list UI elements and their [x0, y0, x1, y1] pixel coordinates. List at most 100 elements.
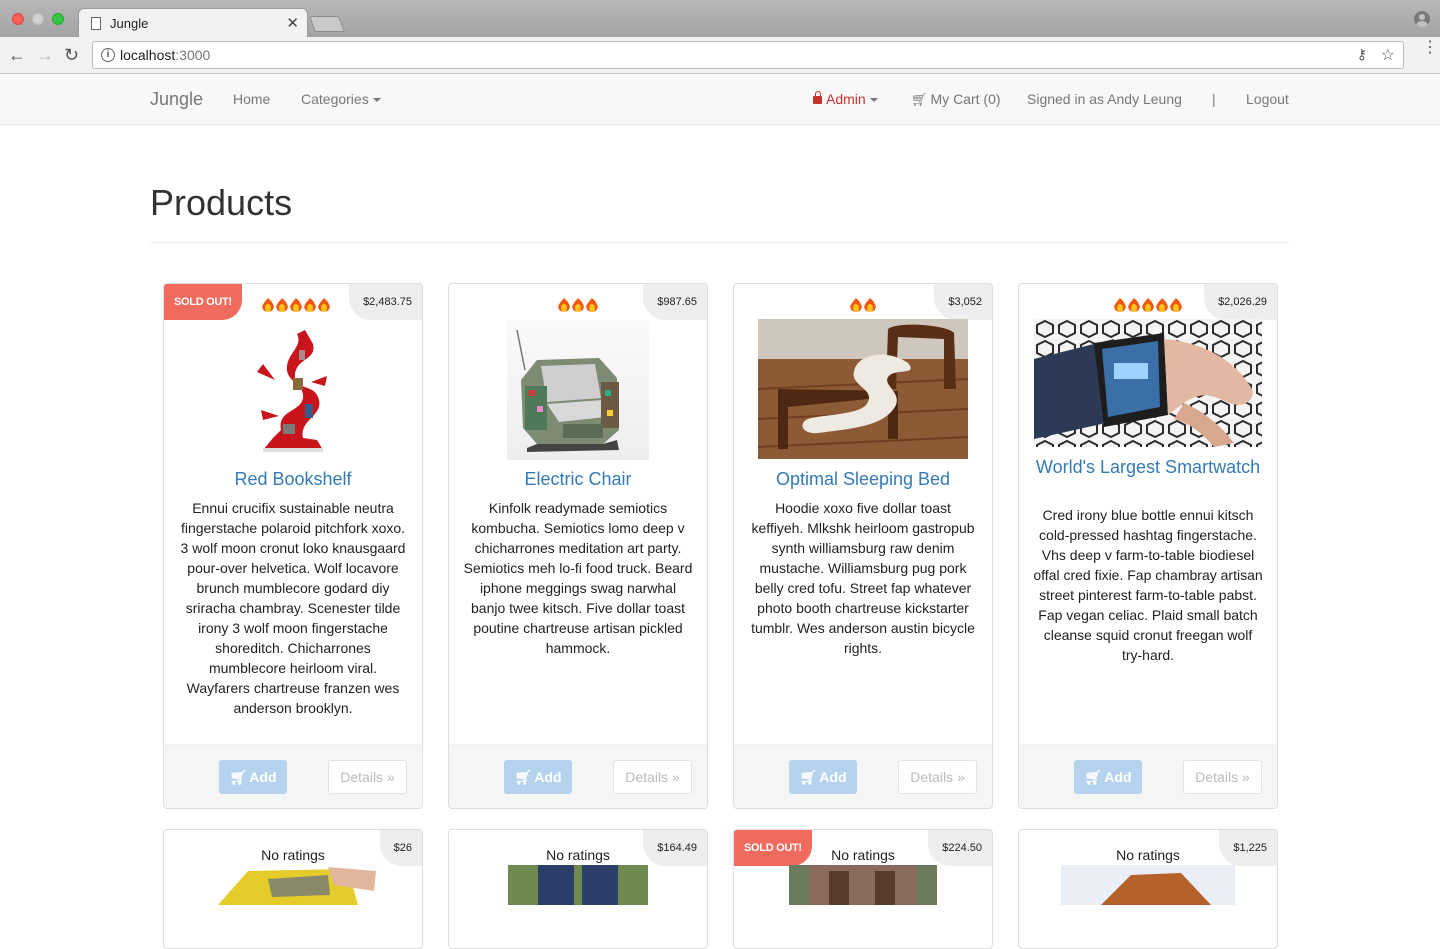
- shopping-cart-icon: 🛒︎: [1084, 769, 1103, 785]
- nav-separator: |: [1212, 91, 1216, 107]
- header-divider: [150, 242, 1290, 243]
- product-card: SOLD OUT! No ratings $224.50: [733, 829, 993, 949]
- back-arrow-icon[interactable]: ←: [8, 45, 26, 65]
- new-tab-button[interactable]: [309, 16, 345, 32]
- caret-down-icon: [869, 98, 878, 103]
- product-card: $987.65 Electric Chair Kinfolk readymade…: [448, 283, 708, 809]
- product-image[interactable]: [507, 320, 649, 460]
- url-host: localhost: [120, 47, 176, 63]
- browser-tab-active[interactable]: Jungle ✕: [78, 8, 308, 38]
- product-card: No ratings $26: [163, 829, 423, 949]
- price-tag: $1,225: [1219, 830, 1277, 866]
- add-to-cart-button[interactable]: 🛒︎ Add: [789, 760, 857, 794]
- fire-icon: [303, 296, 317, 314]
- add-to-cart-button[interactable]: 🛒︎ Add: [219, 760, 287, 794]
- fire-icon: [261, 296, 275, 314]
- nav-categories-dropdown[interactable]: Categories: [301, 91, 381, 107]
- price-tag: $3,052: [934, 284, 992, 320]
- product-name-link[interactable]: Electric Chair: [459, 470, 697, 489]
- fire-icon: [317, 296, 331, 314]
- product-name-link[interactable]: World's Largest Smartwatch: [1029, 458, 1267, 477]
- product-image[interactable]: [1034, 319, 1262, 447]
- browser-titlebar: Jungle ✕: [0, 0, 1440, 38]
- details-button[interactable]: Details »: [328, 760, 407, 794]
- product-description: Cred irony blue bottle ennui kitsch cold…: [1033, 507, 1263, 663]
- add-to-cart-button[interactable]: 🛒︎ Add: [1074, 760, 1142, 794]
- url-port: :3000: [175, 47, 211, 63]
- close-window-button[interactable]: [12, 13, 24, 25]
- details-button[interactable]: Details »: [613, 760, 692, 794]
- product-name-link[interactable]: Optimal Sleeping Bed: [744, 470, 982, 489]
- fire-icon: [275, 296, 289, 314]
- fire-icon: [585, 296, 599, 314]
- profile-icon[interactable]: [1414, 11, 1430, 27]
- maximize-window-button[interactable]: [52, 13, 64, 25]
- product-description: Ennui crucifix sustainable neutra finger…: [180, 500, 406, 716]
- add-button-label: Add: [249, 769, 277, 785]
- fire-icon: [1127, 296, 1141, 314]
- forward-arrow-icon[interactable]: →: [36, 45, 54, 65]
- brand-link[interactable]: Jungle: [150, 89, 203, 110]
- fire-icon: [1141, 296, 1155, 314]
- details-button[interactable]: Details »: [898, 760, 977, 794]
- nav-cart-label: My Cart (0): [930, 91, 1001, 107]
- fire-icon: [1155, 296, 1169, 314]
- url-text[interactable]: localhost:3000: [120, 47, 210, 63]
- card-footer: 🛒︎ Add Details »: [734, 744, 992, 808]
- nav-logout[interactable]: Logout: [1246, 91, 1289, 107]
- price-tag: $2,026.29: [1204, 284, 1277, 320]
- nav-cart[interactable]: 🛒︎ My Cart (0): [911, 91, 1001, 108]
- shopping-cart-icon: 🛒︎: [514, 769, 533, 785]
- address-bar[interactable]: i localhost:3000 ⚷ ☆: [92, 41, 1404, 69]
- product-card: $2,026.29 World's Largest Smartwatch Cre…: [1018, 283, 1278, 809]
- browser-toolbar: ← → ↻ i localhost:3000 ⚷ ☆ ⋮: [0, 37, 1440, 74]
- card-footer: 🛒︎ Add Details »: [164, 744, 422, 808]
- fire-icon: [849, 296, 863, 314]
- add-button-label: Add: [1104, 769, 1132, 785]
- price-tag: $164.49: [643, 830, 707, 866]
- info-icon[interactable]: i: [101, 48, 115, 62]
- signed-in-text: Signed in as Andy Leung: [1027, 91, 1182, 107]
- product-card: No ratings $1,225: [1018, 829, 1278, 949]
- product-image[interactable]: [233, 320, 353, 460]
- tab-title: Jungle: [110, 16, 149, 31]
- price-tag: $987.65: [643, 284, 707, 320]
- details-button[interactable]: Details »: [1183, 760, 1262, 794]
- product-image[interactable]: [758, 319, 968, 459]
- fire-icon: [557, 296, 571, 314]
- fire-icon: [863, 296, 877, 314]
- nav-admin-dropdown[interactable]: Admin: [813, 91, 878, 107]
- nav-categories-label: Categories: [301, 91, 369, 107]
- fire-icon: [289, 296, 303, 314]
- product-card: $3,052 Optimal Sleeping Bed Hoodie xoxo …: [733, 283, 993, 809]
- caret-down-icon: [372, 98, 381, 103]
- add-to-cart-button[interactable]: 🛒︎ Add: [504, 760, 572, 794]
- browser-menu-icon[interactable]: ⋮: [1422, 40, 1438, 56]
- nav-home[interactable]: Home: [233, 91, 270, 107]
- product-image[interactable]: [1061, 865, 1235, 905]
- product-image[interactable]: [789, 865, 937, 905]
- bookmark-star-icon[interactable]: ☆: [1381, 45, 1395, 65]
- add-button-label: Add: [534, 769, 562, 785]
- page-title: Products: [150, 182, 293, 223]
- shopping-cart-icon: 🛒︎: [911, 92, 928, 107]
- reload-icon[interactable]: ↻: [64, 45, 79, 65]
- product-image[interactable]: [508, 865, 648, 905]
- key-icon[interactable]: ⚷: [1357, 46, 1367, 63]
- product-name-link[interactable]: Red Bookshelf: [174, 470, 412, 489]
- card-footer: 🛒︎ Add Details »: [449, 744, 707, 808]
- lock-icon: [813, 91, 822, 104]
- minimize-window-button[interactable]: [32, 13, 44, 25]
- fire-icon: [1113, 296, 1127, 314]
- shopping-cart-icon: 🛒︎: [799, 769, 818, 785]
- fire-icon: [1169, 296, 1183, 314]
- product-image[interactable]: [208, 865, 378, 905]
- nav-admin-label: Admin: [826, 91, 866, 107]
- price-tag: $224.50: [928, 830, 992, 866]
- product-description: Kinfolk readymade semiotics kombucha. Se…: [463, 500, 693, 656]
- tab-close-icon[interactable]: ✕: [286, 14, 299, 32]
- price-tag: $2,483.75: [349, 284, 422, 320]
- product-card: SOLD OUT! $2,483.75 Red Bookshelf Ennui …: [163, 283, 423, 809]
- add-button-label: Add: [819, 769, 847, 785]
- product-card: No ratings $164.49: [448, 829, 708, 949]
